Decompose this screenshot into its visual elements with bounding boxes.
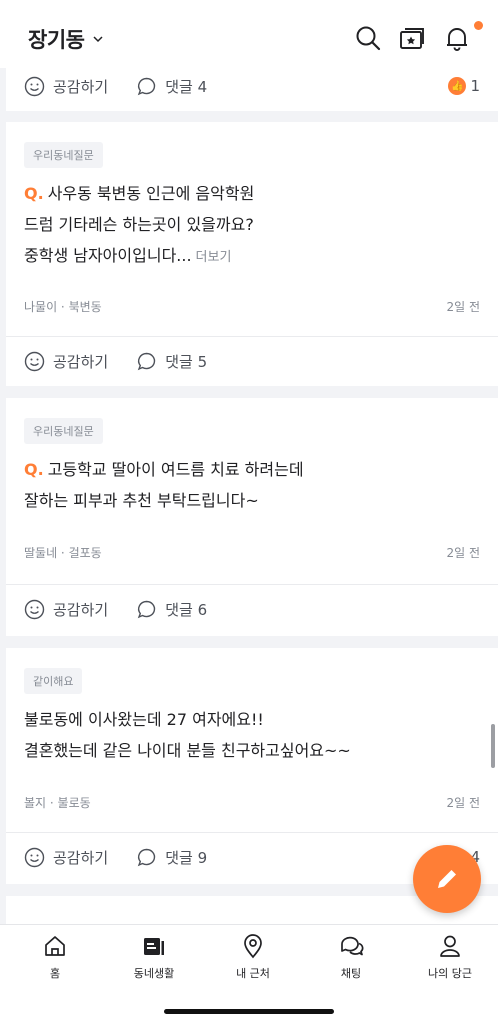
comment-button[interactable]: 댓글 4 (136, 76, 207, 97)
comment-count: 댓글 6 (165, 600, 208, 619)
comment-bubble-icon (137, 77, 156, 95)
comment-button[interactable]: 댓글 6 (136, 599, 207, 620)
category-tag: 우리동네질문 (24, 418, 103, 444)
question-mark: Q. (24, 184, 44, 203)
nav-label: 내 근처 (236, 967, 270, 980)
post-card: 공감하기 댓글 4 👍 1 (6, 68, 498, 111)
nav-label: 채팅 (340, 967, 362, 980)
comment-bubble-icon (137, 352, 156, 370)
post-actions: 공감하기 댓글 5 (6, 336, 498, 386)
top-app-bar: 장기동 (0, 0, 498, 68)
empathize-button[interactable]: 공감하기 (24, 599, 108, 620)
smile-icon (24, 847, 45, 867)
nav-label: 동네생활 (133, 967, 175, 980)
chevron-down-icon (93, 36, 103, 43)
category-tag: 우리동네질문 (24, 142, 103, 168)
nav-home[interactable]: 홈 (15, 933, 95, 981)
nav-my-karrot[interactable]: 나의 당근 (410, 933, 490, 981)
question-mark: Q. (24, 460, 44, 479)
search-icon[interactable] (354, 24, 382, 52)
user-icon (440, 935, 460, 957)
post-actions: 공감하기 댓글 4 👍 1 (6, 68, 498, 111)
post-line: 드럼 기타레슨 하는곳이 있을까요? (24, 215, 254, 234)
empathize-label: 공감하기 (53, 600, 109, 619)
empathize-label: 공감하기 (53, 352, 109, 371)
comment-button[interactable]: 댓글 5 (136, 351, 207, 372)
post-line: 불로동에 이사왔는데 27 여자에요!! (24, 710, 264, 729)
post-time: 2일 전 (446, 300, 480, 314)
post-actions: 공감하기 댓글 6 (6, 584, 498, 634)
author-location: 딸둘네 · 걸포동 (24, 546, 102, 560)
post-content[interactable]: Q. 사우동 북변동 인근에 음악학원 드럼 기타레슨 하는곳이 있을까요? 중학… (24, 178, 464, 273)
chat-icon (341, 936, 364, 956)
neighborhood-life-icon (144, 938, 164, 955)
nav-chat[interactable]: 채팅 (311, 933, 391, 981)
post-card[interactable]: 같이해요 불로동에 이사왔는데 27 여자에요!! 결혼했는데 같은 나이대 분… (6, 648, 498, 884)
author-location: 나물이 · 북변동 (24, 300, 102, 314)
post-content[interactable]: Q. 고등학교 딸아이 여드름 치료 하려는데 잘하는 피부과 추천 부탁드립니다… (24, 454, 464, 516)
post-line: 잘하는 피부과 추천 부탁드립니다~ (24, 491, 259, 510)
nav-label: 나의 당근 (428, 967, 472, 980)
scrollbar[interactable] (491, 724, 495, 768)
notification-dot (474, 21, 483, 30)
nav-label: 홈 (49, 967, 61, 980)
like-count-value: 1 (470, 77, 480, 95)
thumbs-up-icon: 👍 (448, 77, 467, 95)
location-title: 장기동 (28, 28, 85, 52)
comment-bubble-icon (137, 848, 156, 866)
post-time: 2일 전 (446, 546, 480, 560)
bell-icon[interactable] (443, 24, 471, 52)
empathize-label: 공감하기 (53, 848, 109, 867)
like-count: 👍 1 (448, 77, 480, 95)
comment-count: 댓글 5 (165, 352, 208, 371)
write-post-button[interactable] (413, 845, 481, 913)
home-indicator (164, 1009, 334, 1014)
category-tag: 같이해요 (24, 668, 83, 694)
post-line: 고등학교 딸아이 여드름 치료 하려는데 (47, 460, 304, 479)
read-more-link[interactable]: 더보기 (196, 250, 232, 265)
location-selector[interactable]: 장기동 (28, 24, 104, 54)
category-star-icon[interactable] (398, 24, 426, 52)
pencil-icon (438, 867, 459, 888)
comment-count: 댓글 4 (165, 77, 208, 96)
comment-button[interactable]: 댓글 9 (136, 847, 207, 868)
smile-icon (24, 599, 45, 619)
location-pin-icon (244, 934, 262, 959)
post-line: 결혼했는데 같은 나이대 분들 친구하고싶어요~~ (24, 741, 351, 760)
empathize-label: 공감하기 (53, 77, 109, 96)
post-content[interactable]: 불로동에 이사왔는데 27 여자에요!! 결혼했는데 같은 나이대 분들 친구하… (24, 704, 464, 766)
nav-neighborhood-life[interactable]: 동네생활 (114, 933, 194, 981)
comment-count: 댓글 9 (165, 848, 208, 867)
bottom-navigation: 홈 동네생활 내 근처 채팅 나의 당근 (0, 924, 498, 1030)
author-location: 볼지 · 불로동 (24, 796, 91, 810)
smile-icon (24, 76, 45, 96)
comment-bubble-icon (137, 600, 156, 618)
empathize-button[interactable]: 공감하기 (24, 351, 108, 372)
post-line: 중학생 남자아이입니다... (24, 246, 192, 265)
smile-icon (24, 351, 45, 371)
feed[interactable]: 공감하기 댓글 4 👍 1 우리동네질문 Q. 사우동 북변동 인근에 음악학원 … (0, 68, 498, 924)
post-card[interactable]: 우리동네질문 Q. 고등학교 딸아이 여드름 치료 하려는데 잘하는 피부과 추천… (6, 398, 498, 636)
post-time: 2일 전 (446, 796, 480, 810)
post-line: 사우동 북변동 인근에 음악학원 (47, 184, 255, 203)
home-icon (45, 936, 65, 956)
empathize-button[interactable]: 공감하기 (24, 76, 108, 97)
post-card[interactable]: 우리동네질문 Q. 사우동 북변동 인근에 음악학원 드럼 기타레슨 하는곳이 있… (6, 122, 498, 386)
empathize-button[interactable]: 공감하기 (24, 847, 108, 868)
nav-nearby[interactable]: 내 근처 (213, 933, 293, 981)
